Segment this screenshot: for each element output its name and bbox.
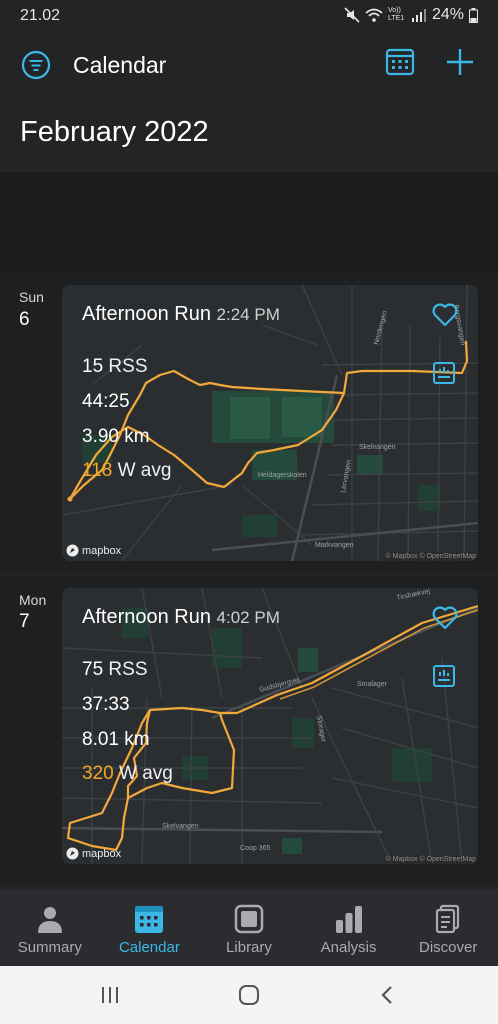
power-unit: W avg <box>117 460 172 481</box>
power-value: 118 <box>82 460 113 481</box>
distance-stat: 8.01 km <box>82 729 150 750</box>
battery-percent: 24% <box>431 6 464 23</box>
back-icon[interactable] <box>376 984 400 1006</box>
rss-value: 75 <box>82 659 104 680</box>
map-label: Skelvangen <box>162 823 199 830</box>
report-icon <box>433 665 455 687</box>
activity-time: 4:02 PM <box>216 608 280 627</box>
activity-name: Afternoon Run <box>82 303 211 325</box>
activity-card[interactable]: Tirsbækvej Smalager Storager Skelvangen … <box>62 588 478 864</box>
map-label: Smalager <box>357 681 388 688</box>
map-label: Markvangen <box>315 542 354 549</box>
month-title: February 2022 <box>20 116 209 148</box>
bottom-navigation: Summary Calendar Library Analysis Discov… <box>0 890 498 966</box>
filter-icon <box>21 50 51 80</box>
map-label: Heldagerskolen <box>258 472 307 479</box>
add-button[interactable] <box>444 46 476 78</box>
day-number: 6 <box>19 309 30 330</box>
distance-stat: 3.90 km <box>82 426 150 447</box>
mapbox-icon <box>66 847 79 860</box>
map-label: Coop 365 <box>240 845 270 852</box>
route-map: Tirsbækvej Smalager Storager Skelvangen … <box>62 588 478 864</box>
activity-card[interactable]: Skelvangen Heldagerskolen Markvangen Nor… <box>62 285 478 561</box>
power-unit: W avg <box>118 763 173 784</box>
power-value: 320 <box>82 763 114 784</box>
map-attribution[interactable]: © Mapbox © OpenStreetMap <box>383 855 478 864</box>
heart-icon <box>432 303 458 327</box>
status-bar: 21.02 Vo)) LTE1 24% <box>0 0 498 32</box>
activity-title: Afternoon Run 2:24 PM <box>82 303 280 326</box>
system-navigation-bar <box>0 966 498 1024</box>
status-time: 21.02 <box>20 7 61 24</box>
heart-icon <box>432 606 458 630</box>
filter-button[interactable] <box>20 49 52 81</box>
power-stat: 320 W avg <box>82 763 173 785</box>
weekday-label: Sun <box>19 289 44 305</box>
weekday-label: Mon <box>19 592 47 608</box>
activity-time: 2:24 PM <box>216 305 280 324</box>
route-map: Skelvangen Heldagerskolen Markvangen Nor… <box>62 285 478 561</box>
rss-unit: RSS <box>108 356 148 377</box>
bar-chart-icon <box>335 906 362 933</box>
mute-icon <box>344 7 360 23</box>
nav-label: Calendar <box>118 939 180 956</box>
app-header: Calendar <box>0 32 498 96</box>
person-icon <box>37 907 62 933</box>
map-label: Skelvangen <box>359 444 396 451</box>
nav-summary[interactable]: Summary <box>0 890 100 966</box>
power-stat: 118 W avg <box>82 460 171 482</box>
activity-name: Afternoon Run <box>82 606 211 628</box>
library-icon <box>234 904 264 934</box>
recent-apps-icon[interactable] <box>98 984 122 1006</box>
signal-icon <box>411 9 426 22</box>
empty-week-area <box>0 172 498 272</box>
day-row: Mon 7 Tirsbækvej Smalager Storager Skelv… <box>0 577 498 883</box>
activity-title: Afternoon Run 4:02 PM <box>82 606 280 629</box>
favorite-button[interactable] <box>432 303 458 327</box>
duration-stat: 37:33 <box>82 694 130 715</box>
calendar-icon <box>135 906 164 933</box>
workout-report-button[interactable] <box>432 361 456 385</box>
mapbox-logo: mapbox <box>66 847 121 860</box>
nav-library[interactable]: Library <box>199 890 299 966</box>
battery-icon <box>469 7 478 23</box>
calendar-view-button[interactable] <box>384 46 416 78</box>
mapbox-logo: mapbox <box>66 544 121 557</box>
network-label: Vo)) LTE1 <box>387 7 405 22</box>
mapbox-icon <box>66 544 79 557</box>
document-icon <box>436 904 460 934</box>
rss-stat: 75 RSS <box>82 659 148 681</box>
status-icons: Vo)) LTE1 24% <box>344 6 478 24</box>
workout-report-button[interactable] <box>432 664 456 688</box>
plus-icon <box>447 49 473 75</box>
nav-label: Library <box>226 939 272 956</box>
nav-label: Analysis <box>320 939 377 956</box>
favorite-button[interactable] <box>432 606 458 630</box>
duration-stat: 44:25 <box>82 391 130 412</box>
rss-value: 15 <box>82 356 104 377</box>
wifi-icon <box>365 8 383 22</box>
home-icon[interactable] <box>237 984 261 1006</box>
report-icon <box>433 362 455 384</box>
nav-label: Summary <box>17 939 82 956</box>
map-attribution[interactable]: © Mapbox © OpenStreetMap <box>383 552 478 561</box>
nav-label: Discover <box>418 939 478 956</box>
day-number: 7 <box>19 611 30 632</box>
nav-analysis[interactable]: Analysis <box>299 890 399 966</box>
nav-discover[interactable]: Discover <box>398 890 498 966</box>
nav-calendar[interactable]: Calendar <box>100 890 200 966</box>
rss-unit: RSS <box>108 659 148 680</box>
rss-stat: 15 RSS <box>82 356 148 378</box>
day-row: Sun 6 Skelvangen Heldagerskolen Markvang… <box>0 272 498 573</box>
page-title: Calendar <box>73 52 167 78</box>
calendar-grid-icon <box>385 48 415 76</box>
